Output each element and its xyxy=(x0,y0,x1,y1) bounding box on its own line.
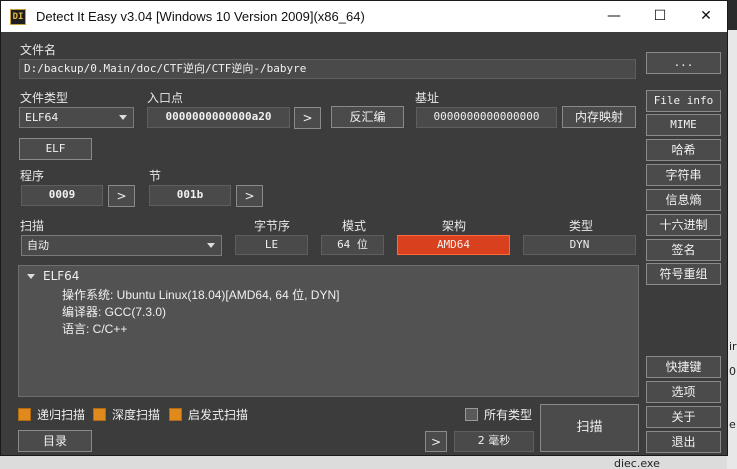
result-tree-root[interactable]: ELF64 xyxy=(27,269,79,283)
file-type-select[interactable]: ELF64 xyxy=(19,107,134,128)
scan-mode-select[interactable]: 自动 xyxy=(21,235,222,256)
sections-go-button[interactable]: > xyxy=(236,185,263,207)
expand-arrow-icon[interactable] xyxy=(27,274,35,279)
file-info-button[interactable]: File info xyxy=(646,90,721,112)
file-type-label: 文件类型 xyxy=(20,91,69,105)
base-address-label: 基址 xyxy=(415,91,440,105)
demangle-button[interactable]: 符号重组 xyxy=(646,263,721,285)
mode-label: 模式 xyxy=(342,219,367,233)
all-types-label: 所有类型 xyxy=(484,408,533,422)
architecture-field: AMD64 xyxy=(397,235,510,255)
entry-point-go-button[interactable]: > xyxy=(294,107,321,129)
options-button[interactable]: 选项 xyxy=(646,381,721,403)
scan-button[interactable]: 扫描 xyxy=(540,404,639,452)
scan-mode-value: 自动 xyxy=(27,239,49,252)
checkbox-checked-icon xyxy=(169,408,182,421)
strings-button[interactable]: 字符串 xyxy=(646,164,721,186)
disassemble-button[interactable]: 反汇编 xyxy=(331,106,404,128)
hex-button[interactable]: 十六进制 xyxy=(646,214,721,236)
minimize-button[interactable]: — xyxy=(591,1,637,32)
entropy-button[interactable]: 信息熵 xyxy=(646,189,721,211)
about-button[interactable]: 关于 xyxy=(646,406,721,428)
background-text: ir xyxy=(729,340,737,353)
result-root-label: ELF64 xyxy=(43,269,80,283)
scan-label: 扫描 xyxy=(20,219,45,233)
heuristic-scan-checkbox[interactable]: 启发式扫描 xyxy=(169,406,248,423)
result-language-line[interactable]: 语言: C/C++ xyxy=(62,320,127,337)
background-text: e xyxy=(729,418,736,431)
programs-label: 程序 xyxy=(20,169,45,183)
title-bar[interactable]: DI Detect It Easy v3.04 [Windows 10 Vers… xyxy=(1,1,727,32)
time-go-button[interactable]: > xyxy=(425,431,447,452)
checkbox-checked-icon xyxy=(93,408,106,421)
background-file-label: diec.exe xyxy=(614,457,660,469)
bits-field: 64 位 xyxy=(321,235,384,255)
browse-button[interactable]: ... xyxy=(646,52,721,74)
entry-point-field[interactable]: 0000000000000a20 xyxy=(147,107,290,128)
shortcuts-button[interactable]: 快捷键 xyxy=(646,356,721,378)
file-path-field[interactable]: D:/backup/0.Main/doc/CTF逆向/CTF逆向-/babyre xyxy=(19,59,636,79)
hash-button[interactable]: 哈希 xyxy=(646,139,721,161)
heuristic-scan-label: 启发式扫描 xyxy=(188,408,249,422)
die-window: DI Detect It Easy v3.04 [Windows 10 Vers… xyxy=(0,0,728,456)
exit-button[interactable]: 退出 xyxy=(646,431,721,453)
deep-scan-label: 深度扫描 xyxy=(112,408,161,422)
signatures-button[interactable]: 签名 xyxy=(646,239,721,261)
app-logo-icon: DI xyxy=(10,9,26,25)
programs-count-field[interactable]: 0009 xyxy=(21,185,103,206)
elf-type-button[interactable]: ELF xyxy=(19,138,92,160)
background-window-edge xyxy=(727,30,737,469)
background-text: 0 xyxy=(729,365,736,378)
all-types-checkbox[interactable]: 所有类型 xyxy=(465,406,532,423)
file-name-label: 文件名 xyxy=(20,43,57,57)
endianness-label: 字节序 xyxy=(254,219,291,233)
close-button[interactable]: ✕ xyxy=(683,1,729,32)
binary-type-field: DYN xyxy=(523,235,636,255)
recursive-scan-label: 递归扫描 xyxy=(37,408,86,422)
sections-count-field[interactable]: 001b xyxy=(149,185,231,206)
endianness-field: LE xyxy=(235,235,308,255)
recursive-scan-checkbox[interactable]: 递归扫描 xyxy=(18,406,85,423)
architecture-label: 架构 xyxy=(442,219,467,233)
checkbox-unchecked-icon xyxy=(465,408,478,421)
type-label: 类型 xyxy=(569,219,594,233)
result-os-line[interactable]: 操作系统: Ubuntu Linux(18.04)[AMD64, 64 位, D… xyxy=(62,286,339,303)
base-address-field[interactable]: 0000000000000000 xyxy=(416,107,557,128)
file-type-value: ELF64 xyxy=(25,111,59,124)
scan-results-panel[interactable]: ELF64 操作系统: Ubuntu Linux(18.04)[AMD64, 6… xyxy=(18,265,639,397)
entry-point-label: 入口点 xyxy=(147,91,184,105)
maximize-button[interactable]: ☐ xyxy=(637,1,683,32)
directory-button[interactable]: 目录 xyxy=(18,430,92,452)
chevron-down-icon xyxy=(119,115,127,120)
window-title: Detect It Easy v3.04 [Windows 10 Version… xyxy=(36,9,365,24)
memory-map-button[interactable]: 内存映射 xyxy=(562,106,636,128)
chevron-down-icon xyxy=(207,243,215,248)
programs-go-button[interactable]: > xyxy=(108,185,135,207)
deep-scan-checkbox[interactable]: 深度扫描 xyxy=(93,406,160,423)
checkbox-checked-icon xyxy=(18,408,31,421)
sections-label: 节 xyxy=(149,169,162,183)
result-compiler-line[interactable]: 编译器: GCC(7.3.0) xyxy=(62,303,166,320)
mime-button[interactable]: MIME xyxy=(646,114,721,136)
scan-time-field: 2 毫秒 xyxy=(454,431,534,452)
